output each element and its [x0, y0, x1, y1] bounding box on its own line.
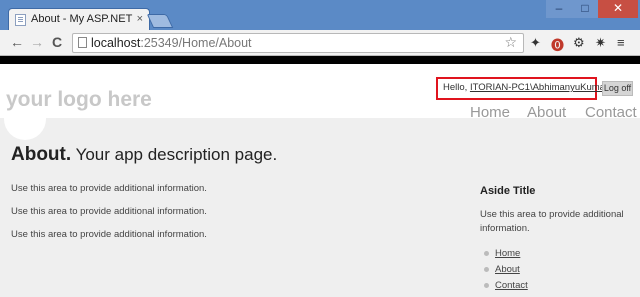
hello-prefix: Hello, — [443, 82, 470, 93]
site-logo[interactable]: your logo here — [6, 88, 152, 112]
url-path: :25349/Home/About — [140, 36, 252, 50]
page-title-description: Your app description page. — [71, 145, 278, 164]
gear-icon[interactable]: ⚙ — [573, 35, 585, 51]
tab-title: About - My ASP.NET MVC — [31, 13, 136, 25]
browser-tab[interactable]: About - My ASP.NET MVC × — [8, 8, 150, 30]
info-paragraph: Use this area to provide additional info… — [11, 229, 207, 240]
page-title: About. Your app description page. — [11, 144, 277, 166]
url-host: localhost — [91, 36, 141, 50]
aside-link-label[interactable]: Home — [495, 248, 520, 259]
logoff-button[interactable]: Log off — [602, 81, 633, 96]
page-title-strong: About. — [11, 144, 72, 165]
reload-icon[interactable]: C — [52, 34, 62, 50]
new-tab-button[interactable] — [146, 14, 174, 28]
bullet-icon — [484, 250, 489, 256]
menu-about[interactable]: About — [527, 104, 566, 121]
address-bar[interactable]: localhost:25349/Home/About ☆ — [72, 33, 524, 53]
bookmark-star-icon[interactable]: ☆ — [504, 34, 517, 51]
info-paragraph: Use this area to provide additional info… — [11, 206, 207, 217]
username-link[interactable]: ITORIAN-PC1\AbhimanyuKumar — [470, 82, 608, 93]
page-viewport: your logo here Hello, ITORIAN-PC1\Abhima… — [0, 56, 640, 297]
url-text: localhost:25349/Home/About — [91, 36, 252, 50]
aside-link-label[interactable]: About — [495, 264, 520, 275]
menu-contact[interactable]: Contact — [585, 104, 637, 121]
menu-icon[interactable]: ≡ — [617, 35, 625, 50]
bullet-icon — [484, 266, 489, 272]
aside-text: Use this area to provide additional info… — [480, 209, 624, 234]
top-black-bar — [0, 56, 640, 64]
login-status: Hello, ITORIAN-PC1\AbhimanyuKumar! — [436, 77, 611, 100]
minimize-button[interactable]: – — [546, 0, 572, 18]
page-favicon-icon — [15, 14, 26, 26]
aside-link-label[interactable]: Contact — [495, 280, 528, 291]
maximize-button[interactable]: □ — [572, 0, 598, 18]
aside-title: Aside Title — [480, 185, 536, 197]
close-window-button[interactable]: ✕ — [598, 0, 638, 18]
tab-close-icon[interactable]: × — [137, 13, 143, 25]
aside-link-home[interactable]: Home — [484, 248, 520, 259]
bug-extension-icon[interactable]: ✷ — [595, 35, 606, 51]
aside-link-contact[interactable]: Contact — [484, 280, 528, 291]
info-paragraph: Use this area to provide additional info… — [11, 183, 207, 194]
menu-home[interactable]: Home — [470, 104, 510, 121]
page-icon — [78, 37, 87, 48]
hello-text: Hello, ITORIAN-PC1\AbhimanyuKumar! — [443, 82, 611, 93]
bullet-icon — [484, 282, 489, 288]
back-arrow-icon[interactable]: ← — [10, 34, 24, 50]
extension-icon[interactable]: ✦ — [530, 35, 541, 51]
aside-link-about[interactable]: About — [484, 264, 520, 275]
browser-chrome: About - My ASP.NET MVC × – □ ✕ ← → C loc… — [0, 0, 640, 56]
site-header: your logo here Hello, ITORIAN-PC1\Abhima… — [0, 64, 640, 140]
browser-toolbar: ← → C localhost:25349/Home/About ☆ ✦ ⓿ ⚙… — [0, 30, 640, 56]
forward-arrow-icon[interactable]: → — [30, 34, 44, 50]
opera-extension-icon[interactable]: ⓿ — [551, 35, 564, 54]
